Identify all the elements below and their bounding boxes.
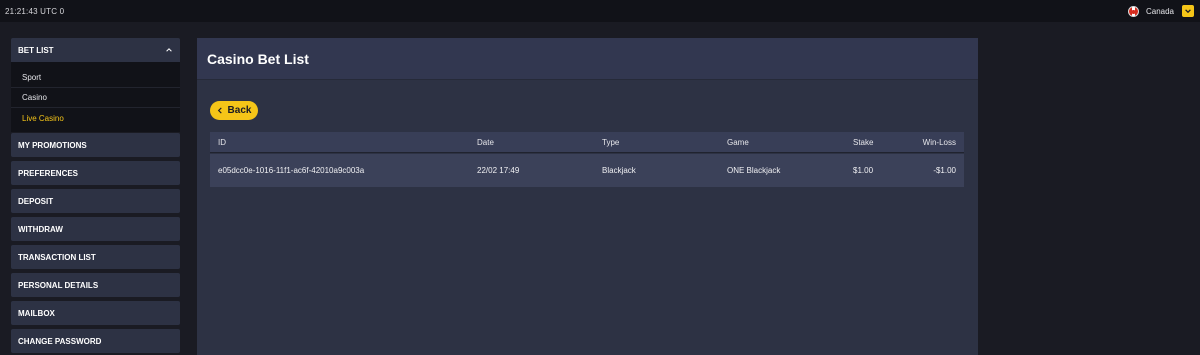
country-display[interactable]: Canada xyxy=(1127,5,1174,17)
table-row[interactable]: e05dcc0e-1016-11f1-ac6f-42010a9c003a 22/… xyxy=(210,154,964,187)
column-header-id: ID xyxy=(218,137,226,147)
sidebar-item-my-promotions[interactable]: MY PROMOTIONS xyxy=(11,133,180,157)
sidebar-item-preferences[interactable]: PREFERENCES xyxy=(11,161,180,185)
back-button-label: Back xyxy=(227,105,252,116)
bet-list-panel: Casino Bet List Back ID Date Type Game S… xyxy=(197,38,978,355)
sidebar-item-personal-details[interactable]: PERSONAL DETAILS xyxy=(11,273,180,297)
country-label: Canada xyxy=(1145,6,1174,16)
sidebar-item-label: BET LIST xyxy=(18,45,54,55)
canada-flag-icon xyxy=(1127,5,1139,17)
sidebar-item-deposit[interactable]: DEPOSIT xyxy=(11,189,180,213)
cell-id: e05dcc0e-1016-11f1-ac6f-42010a9c003a xyxy=(218,166,365,175)
sidebar-item-mailbox[interactable]: MAILBOX xyxy=(11,301,180,325)
table-header: ID Date Type Game Stake Win-Loss xyxy=(210,132,964,153)
chevron-up-icon xyxy=(166,48,172,52)
country-selector[interactable]: Canada xyxy=(1127,5,1194,17)
page-title: Casino Bet List xyxy=(207,50,309,67)
cell-stake: $1.00 xyxy=(853,166,874,175)
panel-header: Casino Bet List xyxy=(197,38,978,80)
cell-type: Blackjack xyxy=(602,166,636,175)
submenu-item-live-casino[interactable]: Live Casino xyxy=(11,108,180,128)
account-sidebar: BET LIST Sport Casino Live Casino MY PRO… xyxy=(11,38,180,353)
sidebar-item-withdraw[interactable]: WITHDRAW xyxy=(11,217,180,241)
sidebar-item-bet-list[interactable]: BET LIST xyxy=(11,38,180,62)
bet-table: ID Date Type Game Stake Win-Loss e05dcc0… xyxy=(210,132,964,187)
submenu-item-sport[interactable]: Sport xyxy=(11,68,180,88)
sidebar-item-transaction-list[interactable]: TRANSACTION LIST xyxy=(11,245,180,269)
chevron-left-icon xyxy=(217,107,222,114)
column-header-game: Game xyxy=(727,137,749,147)
chevron-down-icon[interactable] xyxy=(1182,5,1194,17)
cell-win-loss: -$1.00 xyxy=(933,166,956,175)
sidebar-item-change-password[interactable]: CHANGE PASSWORD xyxy=(11,329,180,353)
column-header-type: Type xyxy=(602,137,620,147)
column-header-stake: Stake xyxy=(853,137,874,147)
cell-date: 22/02 17:49 xyxy=(477,166,520,175)
utc-clock: 21:21:43 UTC 0 xyxy=(5,6,65,16)
column-header-date: Date xyxy=(477,137,494,147)
back-button[interactable]: Back xyxy=(210,101,258,120)
submenu-item-casino[interactable]: Casino xyxy=(11,88,180,108)
top-bar: 21:21:43 UTC 0 Canada xyxy=(0,0,1200,22)
cell-game: ONE Blackjack xyxy=(727,166,781,175)
column-header-win-loss: Win-Loss xyxy=(922,137,956,147)
bet-list-submenu: Sport Casino Live Casino xyxy=(11,62,180,132)
